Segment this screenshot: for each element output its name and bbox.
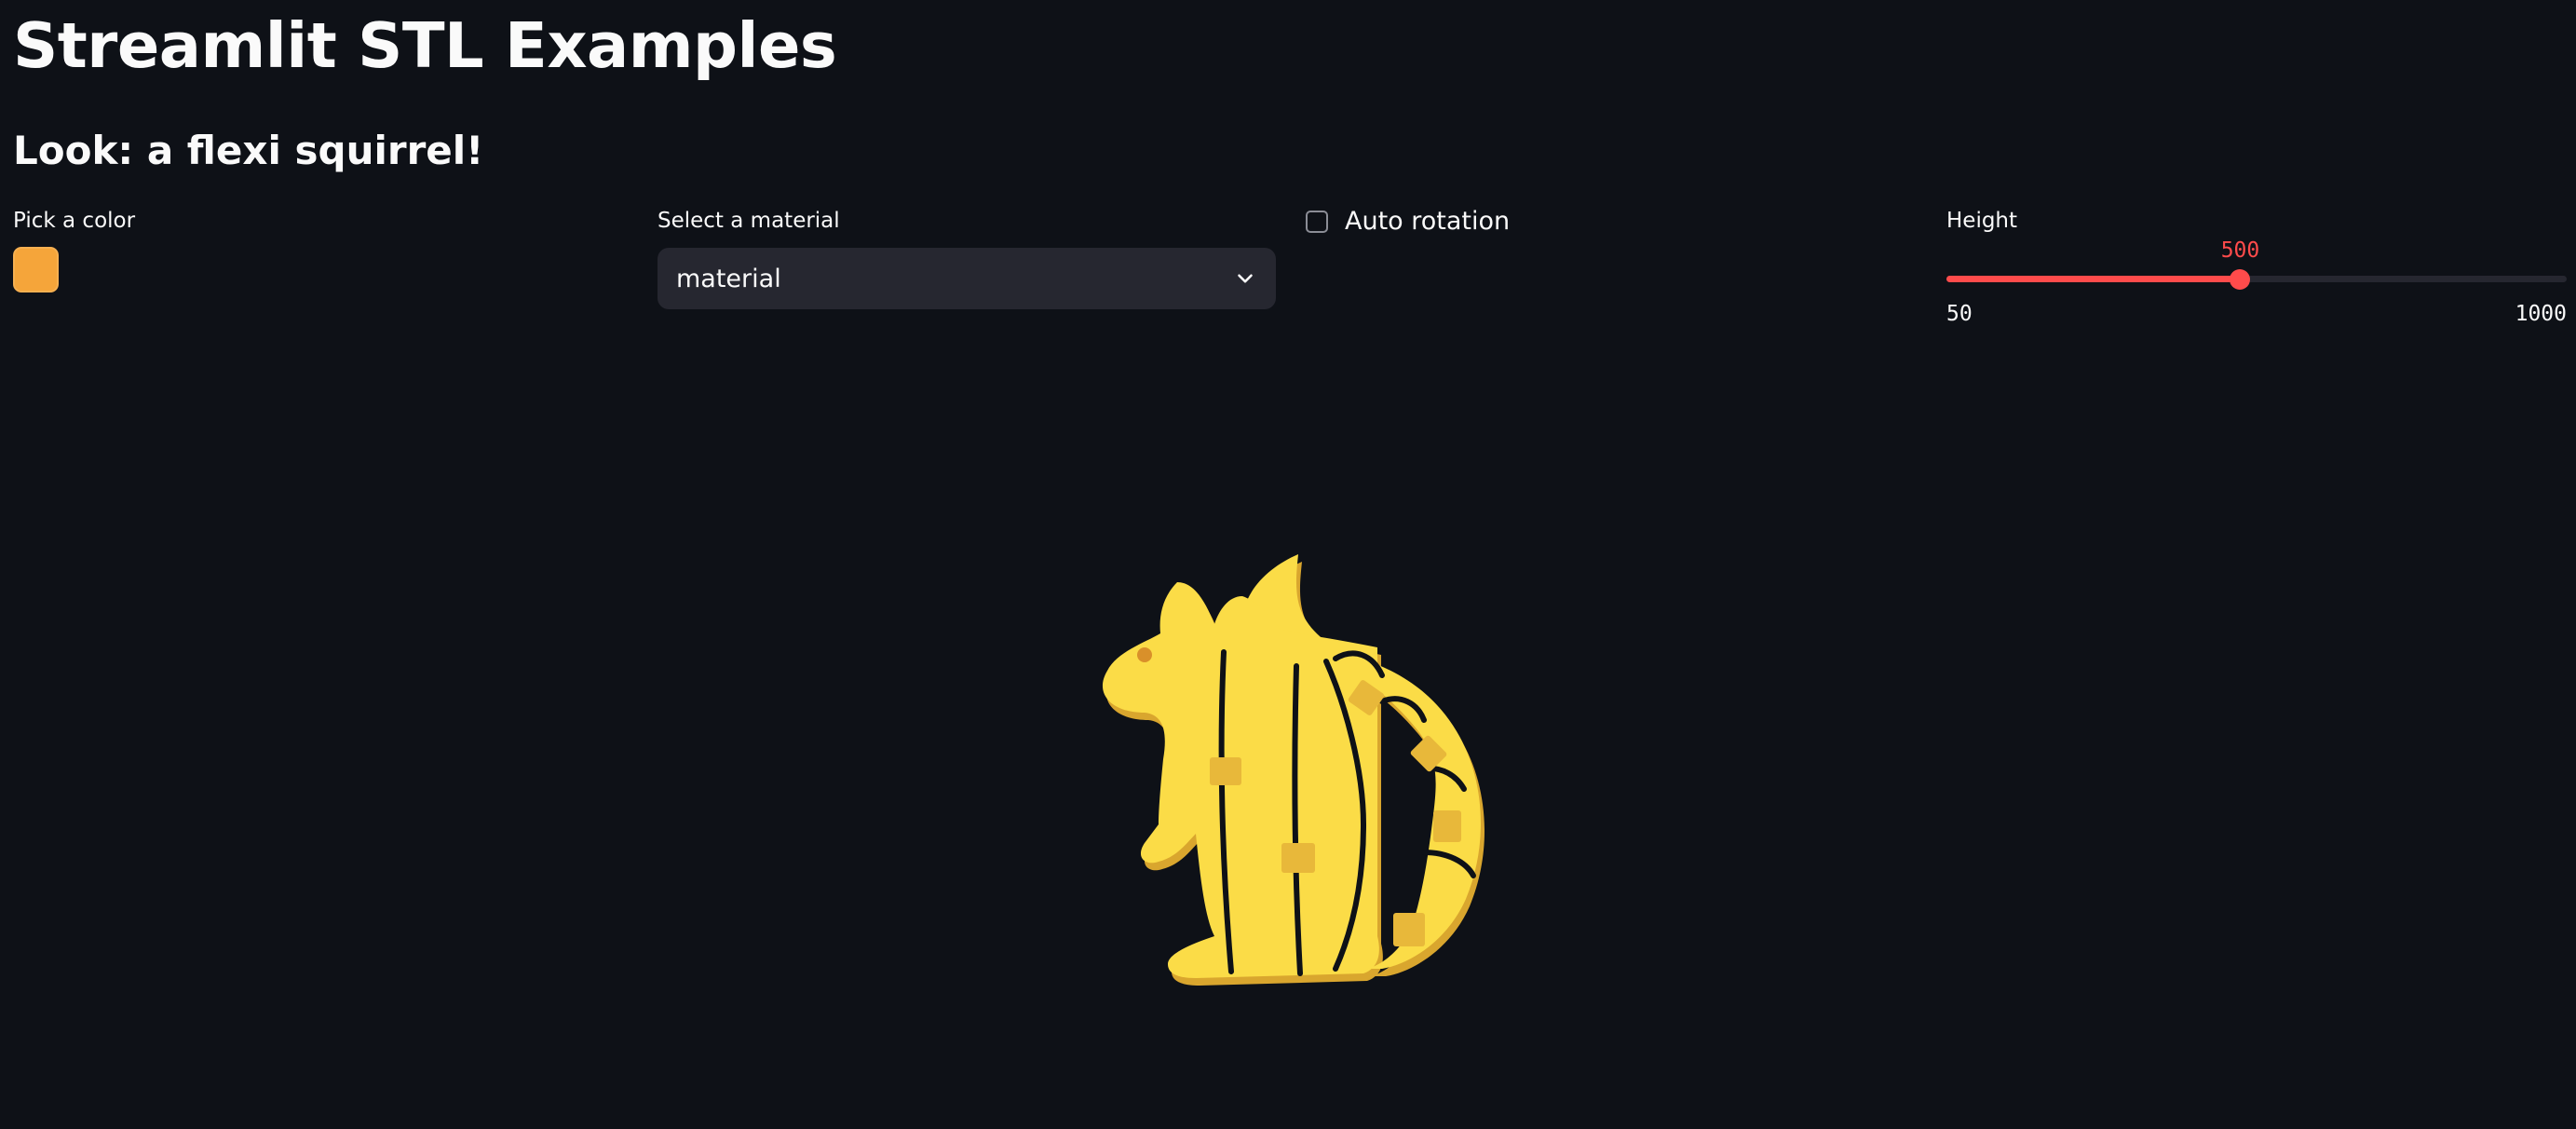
chevron-down-icon (1238, 274, 1253, 283)
material-select-value: material (676, 264, 781, 293)
height-slider-label: Height (1946, 209, 2018, 233)
streamlit-app: Streamlit STL Examples Look: a flexi squ… (0, 0, 2576, 1129)
height-slider-max: 1000 (2515, 302, 2567, 326)
page-title: Streamlit STL Examples (13, 9, 837, 82)
auto-rotation-checkbox[interactable] (1306, 211, 1328, 233)
auto-rotation-label: Auto rotation (1345, 207, 1511, 236)
height-slider-track[interactable] (1946, 268, 2567, 290)
color-picker-label: Pick a color (13, 209, 136, 233)
page-subtitle: Look: a flexi squirrel! (13, 128, 484, 173)
height-slider-fill (1946, 276, 2241, 282)
height-slider-thumb[interactable] (2230, 268, 2251, 290)
auto-rotation-checkbox-row[interactable]: Auto rotation (1306, 207, 1510, 237)
height-slider-min: 50 (1946, 302, 1973, 326)
height-slider-value: 500 (2220, 238, 2260, 263)
material-select[interactable]: material (658, 248, 1276, 309)
material-select-label: Select a material (658, 209, 840, 233)
squirrel-model (1102, 554, 1485, 986)
color-picker-swatch[interactable] (13, 247, 59, 292)
stl-viewer[interactable] (13, 354, 2567, 1129)
